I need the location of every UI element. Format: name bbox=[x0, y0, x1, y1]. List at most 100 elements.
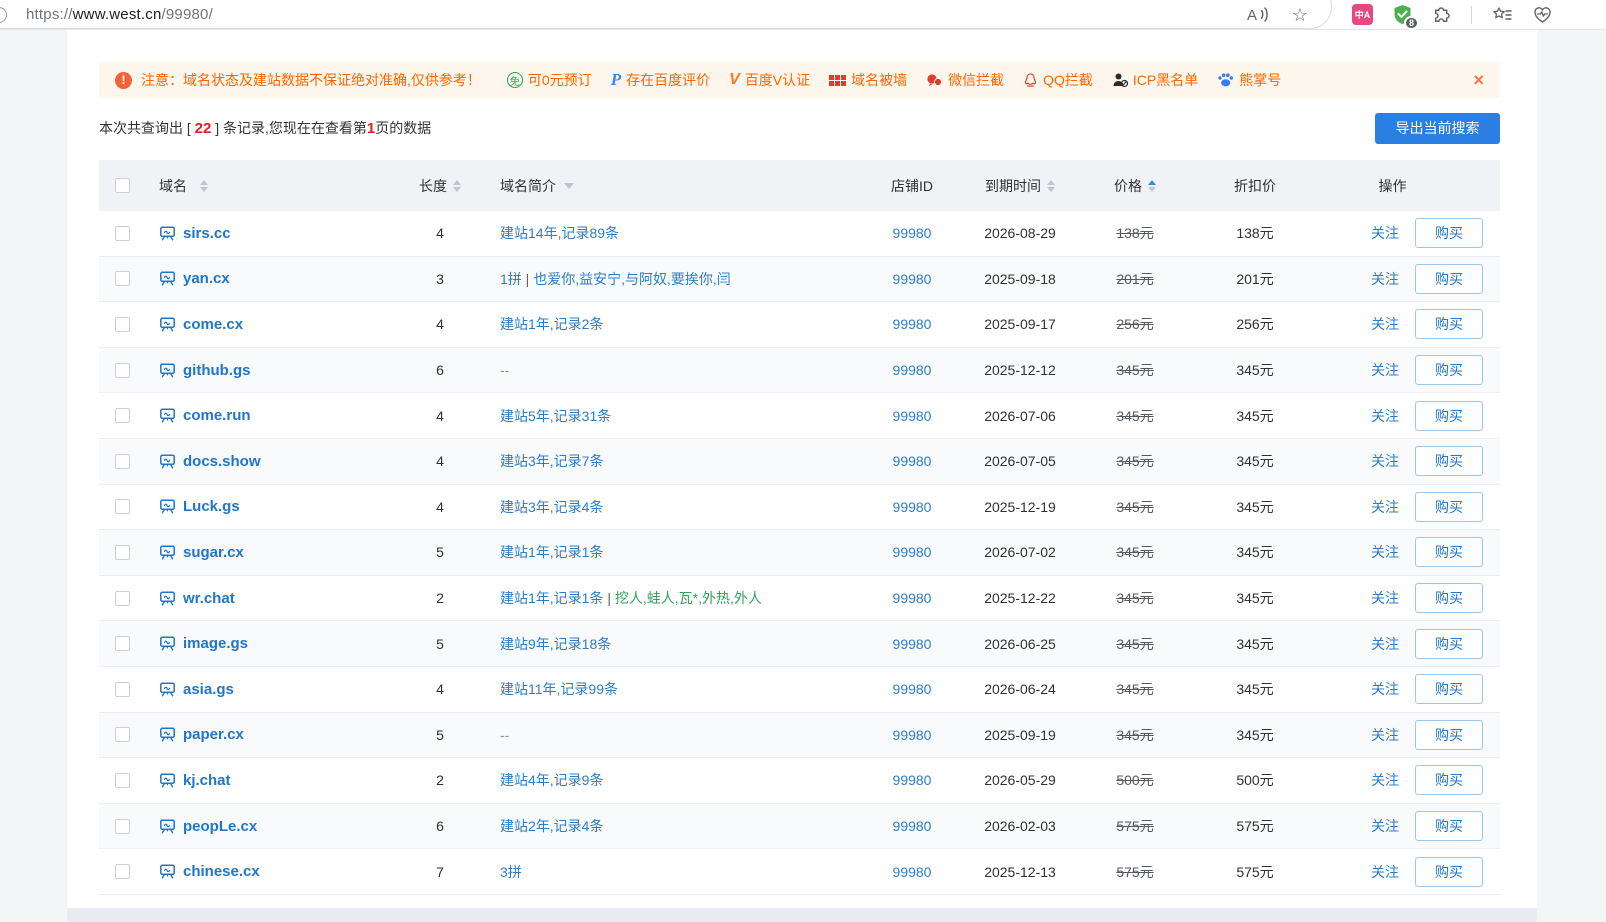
row-checkbox[interactable] bbox=[115, 727, 130, 742]
site-preview-icon[interactable] bbox=[159, 407, 176, 424]
follow-link[interactable]: 关注 bbox=[1371, 816, 1399, 836]
follow-link[interactable]: 关注 bbox=[1371, 634, 1399, 654]
sort-length-icon[interactable] bbox=[453, 180, 461, 192]
buy-button[interactable]: 购买 bbox=[1415, 811, 1483, 841]
intro-text[interactable]: 建站14年,记录89条 bbox=[500, 223, 619, 243]
url-text[interactable]: https://www.west.cn/99980/ bbox=[26, 6, 213, 23]
intro-text[interactable]: 建站11年,记录99条 bbox=[500, 679, 618, 699]
intro-text[interactable]: 建站3年,记录4条 bbox=[500, 497, 603, 517]
intro-text[interactable]: 3拼 bbox=[500, 862, 522, 882]
buy-button[interactable]: 购买 bbox=[1415, 492, 1483, 522]
row-checkbox[interactable] bbox=[115, 317, 130, 332]
header-length[interactable]: 长度 bbox=[399, 176, 481, 196]
buy-button[interactable]: 购买 bbox=[1415, 264, 1483, 294]
follow-link[interactable]: 关注 bbox=[1371, 360, 1399, 380]
site-preview-icon[interactable] bbox=[159, 726, 176, 743]
buy-button[interactable]: 购买 bbox=[1415, 765, 1483, 795]
domain-link[interactable]: kj.chat bbox=[183, 772, 231, 789]
shop-id-link[interactable]: 99980 bbox=[893, 316, 932, 332]
header-price[interactable]: 价格 bbox=[1085, 176, 1185, 196]
row-checkbox[interactable] bbox=[115, 682, 130, 697]
follow-link[interactable]: 关注 bbox=[1371, 223, 1399, 243]
row-checkbox[interactable] bbox=[115, 636, 130, 651]
site-preview-icon[interactable] bbox=[159, 681, 176, 698]
site-preview-icon[interactable] bbox=[159, 635, 176, 652]
shop-id-link[interactable]: 99980 bbox=[893, 499, 932, 515]
select-all-checkbox[interactable] bbox=[115, 178, 130, 193]
shop-id-link[interactable]: 99980 bbox=[893, 636, 932, 652]
buy-button[interactable]: 购买 bbox=[1415, 401, 1483, 431]
read-aloud-icon[interactable]: A bbox=[1246, 5, 1270, 24]
intro-filter-caret-icon[interactable] bbox=[564, 183, 574, 189]
site-preview-icon[interactable] bbox=[159, 270, 176, 287]
buy-button[interactable]: 购买 bbox=[1415, 446, 1483, 476]
sort-domain-icon[interactable] bbox=[200, 180, 208, 192]
extensions-puzzle-icon[interactable] bbox=[1432, 5, 1451, 24]
row-checkbox[interactable] bbox=[115, 591, 130, 606]
domain-link[interactable]: docs.show bbox=[183, 453, 261, 470]
shop-id-link[interactable]: 99980 bbox=[893, 772, 932, 788]
buy-button[interactable]: 购买 bbox=[1415, 355, 1483, 385]
intro-text[interactable]: -- bbox=[500, 362, 509, 378]
row-checkbox[interactable] bbox=[115, 819, 130, 834]
intro-text[interactable]: 建站1年,记录1条 bbox=[500, 542, 603, 562]
site-preview-icon[interactable] bbox=[159, 498, 176, 515]
intro-text[interactable]: 建站2年,记录4条 bbox=[500, 816, 603, 836]
intro-text[interactable]: 1拼 | 也爱你,益安宁,与阿奴,要挨你,闫 bbox=[500, 269, 731, 289]
domain-link[interactable]: come.cx bbox=[183, 316, 243, 333]
buy-button[interactable]: 购买 bbox=[1415, 629, 1483, 659]
intro-text[interactable]: 建站1年,记录2条 bbox=[500, 314, 603, 334]
translate-icon[interactable]: 中A bbox=[1352, 4, 1373, 25]
follow-link[interactable]: 关注 bbox=[1371, 314, 1399, 334]
domain-link[interactable]: sugar.cx bbox=[183, 544, 244, 561]
buy-button[interactable]: 购买 bbox=[1415, 537, 1483, 567]
site-preview-icon[interactable] bbox=[159, 453, 176, 470]
follow-link[interactable]: 关注 bbox=[1371, 406, 1399, 426]
row-checkbox[interactable] bbox=[115, 545, 130, 560]
intro-text[interactable]: 建站3年,记录7条 bbox=[500, 451, 603, 471]
site-preview-icon[interactable] bbox=[159, 316, 176, 333]
intro-text[interactable]: -- bbox=[500, 727, 509, 743]
buy-button[interactable]: 购买 bbox=[1415, 309, 1483, 339]
row-checkbox[interactable] bbox=[115, 773, 130, 788]
domain-link[interactable]: github.gs bbox=[183, 362, 251, 379]
row-checkbox[interactable] bbox=[115, 226, 130, 241]
buy-button[interactable]: 购买 bbox=[1415, 583, 1483, 613]
domain-link[interactable]: come.run bbox=[183, 407, 251, 424]
header-intro[interactable]: 域名简介 bbox=[481, 176, 869, 196]
sort-price-icon[interactable] bbox=[1148, 180, 1156, 192]
shop-id-link[interactable]: 99980 bbox=[893, 225, 932, 241]
shop-id-link[interactable]: 99980 bbox=[893, 362, 932, 378]
shop-id-link[interactable]: 99980 bbox=[893, 408, 932, 424]
export-search-button[interactable]: 导出当前搜索 bbox=[1375, 113, 1500, 144]
header-domain[interactable]: 域名 bbox=[147, 176, 399, 196]
site-preview-icon[interactable] bbox=[159, 863, 176, 880]
buy-button[interactable]: 购买 bbox=[1415, 857, 1483, 887]
buy-button[interactable]: 购买 bbox=[1415, 674, 1483, 704]
domain-link[interactable]: yan.cx bbox=[183, 270, 230, 287]
shop-id-link[interactable]: 99980 bbox=[893, 544, 932, 560]
site-preview-icon[interactable] bbox=[159, 225, 176, 242]
domain-link[interactable]: image.gs bbox=[183, 635, 248, 652]
follow-link[interactable]: 关注 bbox=[1371, 862, 1399, 882]
row-checkbox[interactable] bbox=[115, 271, 130, 286]
domain-link[interactable]: Luck.gs bbox=[183, 498, 240, 515]
adblock-shield-icon[interactable]: 8 bbox=[1393, 4, 1412, 25]
intro-text[interactable]: 建站4年,记录9条 bbox=[500, 770, 603, 790]
site-preview-icon[interactable] bbox=[159, 590, 176, 607]
site-preview-icon[interactable] bbox=[159, 818, 176, 835]
shop-id-link[interactable]: 99980 bbox=[893, 453, 932, 469]
row-checkbox[interactable] bbox=[115, 864, 130, 879]
domain-link[interactable]: asia.gs bbox=[183, 681, 234, 698]
domain-link[interactable]: chinese.cx bbox=[183, 863, 260, 880]
shop-id-link[interactable]: 99980 bbox=[893, 727, 932, 743]
domain-link[interactable]: peopLe.cx bbox=[183, 818, 257, 835]
shop-id-link[interactable]: 99980 bbox=[893, 590, 932, 606]
shop-id-link[interactable]: 99980 bbox=[893, 271, 932, 287]
follow-link[interactable]: 关注 bbox=[1371, 588, 1399, 608]
site-preview-icon[interactable] bbox=[159, 772, 176, 789]
follow-link[interactable]: 关注 bbox=[1371, 770, 1399, 790]
shop-id-link[interactable]: 99980 bbox=[893, 864, 932, 880]
buy-button[interactable]: 购买 bbox=[1415, 218, 1483, 248]
follow-link[interactable]: 关注 bbox=[1371, 269, 1399, 289]
